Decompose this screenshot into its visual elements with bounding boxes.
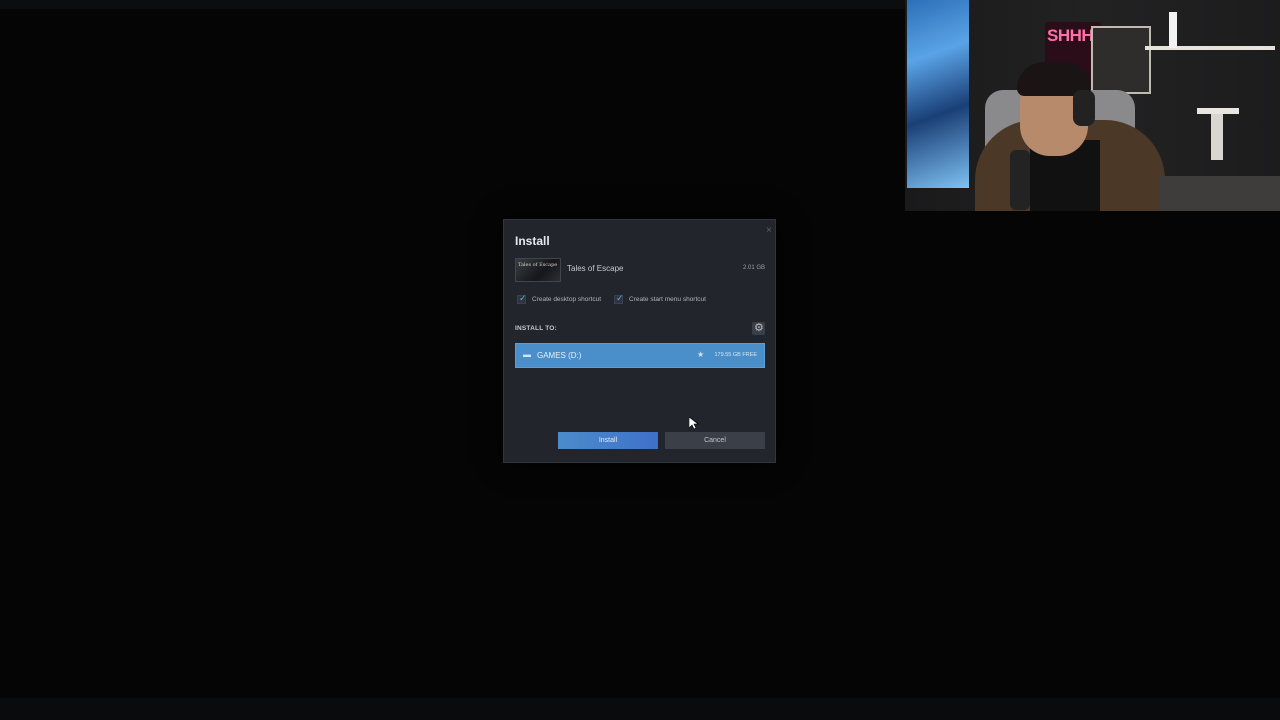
desktop-shortcut-checkbox[interactable]: ✓ <box>517 293 527 304</box>
drive-option-games-d[interactable]: ▬ GAMES (D:) ★ 179.55 GB FREE <box>515 343 765 368</box>
start-menu-shortcut-checkbox[interactable]: ✓ <box>614 293 624 304</box>
desk <box>1160 176 1280 211</box>
lamp-stand <box>1211 114 1223 160</box>
game-name: Tales of Escape <box>567 264 624 273</box>
settings-button[interactable]: ⚙ <box>752 322 765 335</box>
cursor-arrow-icon <box>688 416 699 430</box>
shelf <box>1145 46 1275 50</box>
anime-poster <box>907 0 969 188</box>
dialog-title: Install <box>515 234 550 248</box>
start-menu-shortcut-label[interactable]: Create start menu shortcut <box>629 296 706 303</box>
drive-free-space: 179.55 GB FREE <box>714 352 758 358</box>
star-icon: ★ <box>697 350 705 359</box>
webcam-overlay: SHHH! <box>905 0 1280 211</box>
close-icon[interactable]: × <box>766 225 772 236</box>
check-icon: ✓ <box>519 293 527 303</box>
cancel-button[interactable]: Cancel <box>665 432 765 449</box>
mouse-cursor-icon <box>688 416 699 432</box>
check-icon: ✓ <box>616 293 624 303</box>
microphone <box>1010 150 1030 210</box>
bottom-status-bar <box>0 698 1280 720</box>
game-size: 2.01 GB <box>742 265 765 271</box>
game-thumbnail-text: Tales of Escape <box>518 262 558 268</box>
install-to-label: INSTALL TO: <box>515 325 557 332</box>
figurine <box>1169 12 1177 48</box>
desktop-shortcut-label[interactable]: Create desktop shortcut <box>532 296 601 303</box>
game-thumbnail: Tales of Escape <box>515 258 561 282</box>
chalkboard <box>1091 26 1151 94</box>
gear-icon: ⚙ <box>754 322 764 334</box>
install-dialog: × Install Tales of Escape Tales of Escap… <box>503 219 776 463</box>
drive-icon: ▬ <box>523 350 531 359</box>
install-button[interactable]: Install <box>558 432 658 449</box>
headset <box>1073 90 1095 126</box>
drive-name: GAMES (D:) <box>537 351 582 360</box>
